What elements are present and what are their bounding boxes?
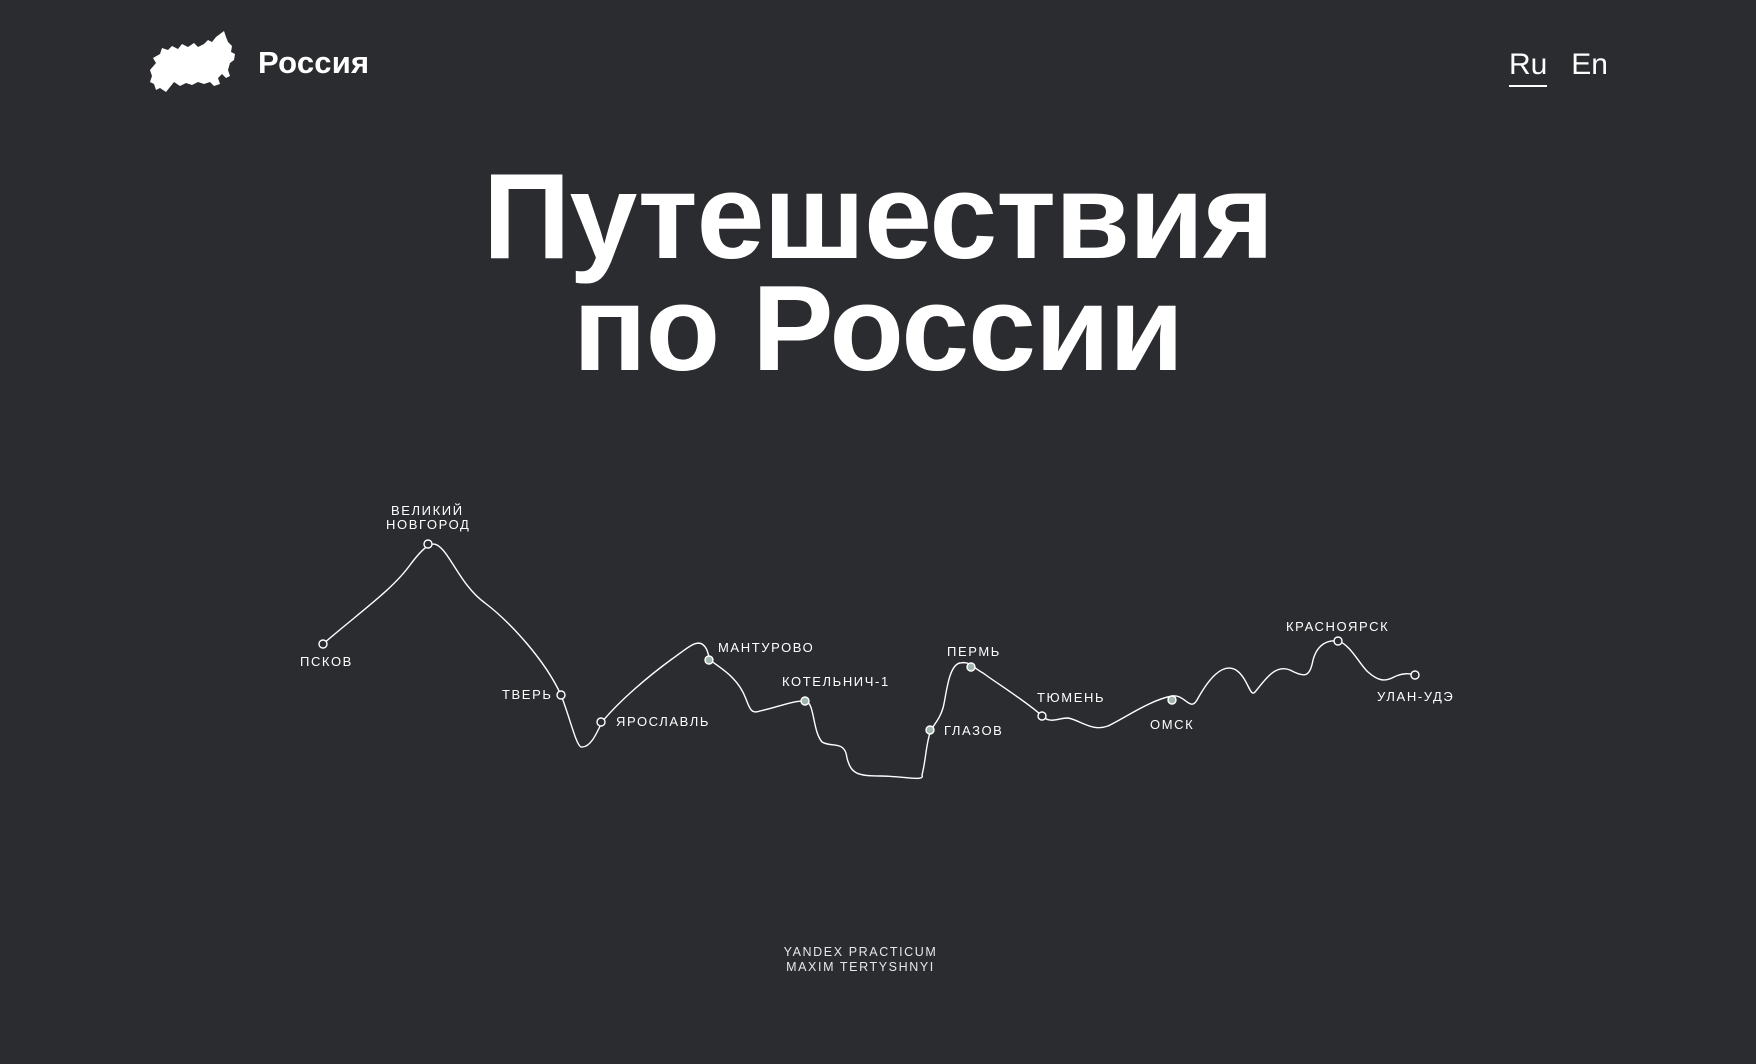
- city-label: КРАСНОЯРСК: [1286, 619, 1389, 634]
- page: Россия Ru En Путешествия по России ПСКОВ…: [0, 0, 1756, 1064]
- city-label: ТЮМЕНЬ: [1037, 690, 1105, 705]
- city-tyumen[interactable]: ТЮМЕНЬ: [1037, 690, 1105, 721]
- city-yaroslavl[interactable]: ЯРОСЛАВЛЬ: [596, 714, 710, 729]
- city-velikiy-novgorod[interactable]: ВЕЛИКИЙ НОВГОРОД: [386, 503, 470, 549]
- city-manturovo[interactable]: МАНТУРОВО: [704, 640, 814, 665]
- city-tver[interactable]: ТВЕРЬ: [502, 687, 566, 702]
- city-label: ОМСК: [1150, 717, 1194, 732]
- city-marker: [423, 539, 433, 549]
- city-omsk[interactable]: ОМСК: [1150, 695, 1194, 732]
- city-marker: [596, 717, 606, 727]
- city-marker: [556, 690, 566, 700]
- city-label: ПСКОВ: [300, 654, 353, 669]
- city-pskov[interactable]: ПСКОВ: [300, 639, 353, 669]
- city-label: ПЕРМЬ: [947, 644, 1001, 659]
- footer-line-1: YANDEX PRACTICUM: [783, 945, 938, 959]
- city-label: ТВЕРЬ: [502, 687, 553, 702]
- route-cities: ПСКОВ ВЕЛИКИЙ НОВГОРОД ТВЕРЬ ЯРОСЛАВЛЬ М…: [300, 503, 1454, 738]
- city-label: НОВГОРОД: [386, 517, 470, 532]
- city-marker: [1167, 695, 1177, 705]
- city-label: УЛАН-УДЭ: [1377, 689, 1454, 704]
- city-marker: [704, 655, 714, 665]
- city-label: ГЛАЗОВ: [944, 723, 1003, 738]
- city-label: ЯРОСЛАВЛЬ: [616, 714, 710, 729]
- city-ulan-ude[interactable]: УЛАН-УДЭ: [1377, 670, 1454, 704]
- city-krasnoyarsk[interactable]: КРАСНОЯРСК: [1286, 619, 1389, 646]
- city-marker: [318, 639, 328, 649]
- city-perm[interactable]: ПЕРМЬ: [947, 644, 1001, 672]
- city-marker: [1410, 670, 1420, 680]
- city-marker: [966, 662, 976, 672]
- city-glazov[interactable]: ГЛАЗОВ: [925, 723, 1003, 738]
- city-label: КОТЕЛЬНИЧ-1: [782, 674, 890, 689]
- city-marker: [800, 696, 810, 706]
- city-kotelnich[interactable]: КОТЕЛЬНИЧ-1: [782, 674, 890, 706]
- city-label: ВЕЛИКИЙ: [391, 503, 464, 518]
- city-label: МАНТУРОВО: [718, 640, 814, 655]
- city-marker: [1333, 636, 1343, 646]
- footer-credits: YANDEX PRACTICUM MAXIM TERTYSHNYI: [0, 945, 1721, 975]
- city-marker: [925, 725, 935, 735]
- city-marker: [1037, 711, 1047, 721]
- footer-line-2: MAXIM TERTYSHNYI: [786, 960, 935, 974]
